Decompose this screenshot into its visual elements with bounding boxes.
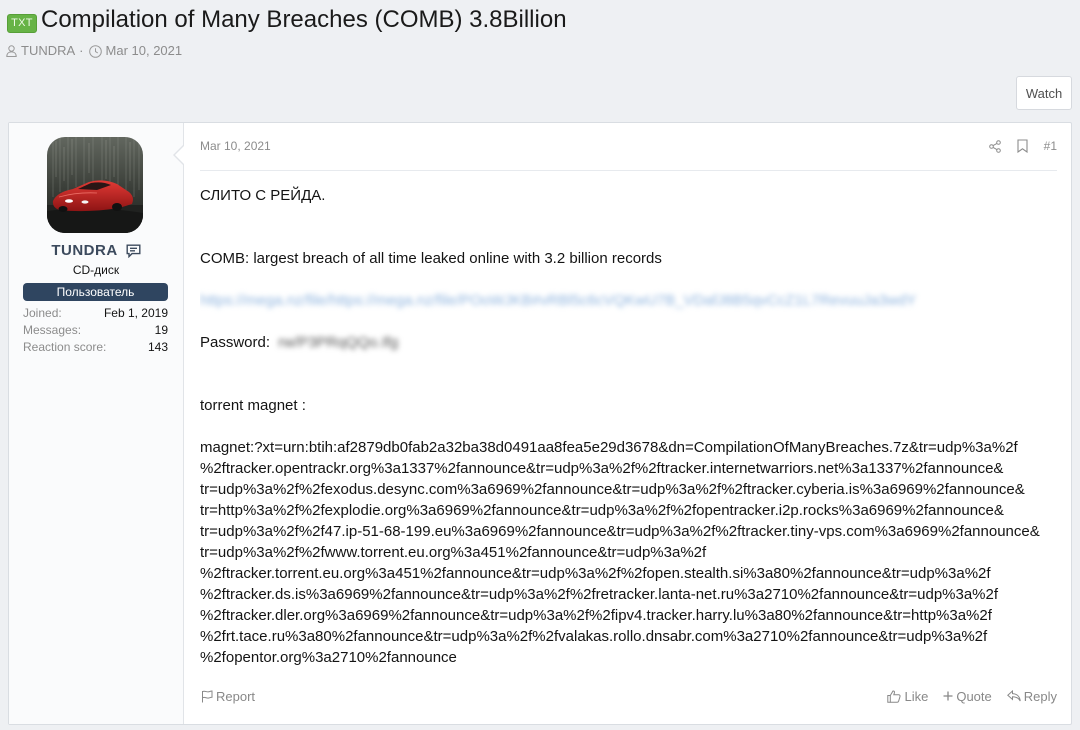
blurred-password: rw/P3PRqQQo.Ifg bbox=[278, 334, 399, 351]
magnet-link-block: magnet:?xt=urn:btih:af2879db0fab2a32ba38… bbox=[200, 437, 1057, 668]
magnet-label: torrent magnet : bbox=[200, 397, 306, 414]
report-label: Report bbox=[216, 688, 256, 704]
post-date-link[interactable]: Mar 10, 2021 bbox=[200, 139, 271, 153]
magnet-line: tr=http%3a%2f%2fexplodie.org%3a6969%2fan… bbox=[200, 502, 1004, 519]
magnet-line: %2ftracker.opentrackr.org%3a1337%2fannou… bbox=[200, 460, 1004, 477]
magnet-line: %2frt.tace.ru%3a80%2fannounce&tr=udp%3a%… bbox=[200, 628, 988, 645]
magnet-line: %2fopentor.org%3a2710%2fannounce bbox=[200, 649, 457, 666]
stat-value[interactable]: 19 bbox=[155, 322, 168, 339]
thread-title: Compilation of Many Breaches (COMB) 3.8B… bbox=[41, 6, 567, 33]
post-number-link[interactable]: #1 bbox=[1044, 139, 1057, 153]
forum-thread-page: TXT Compilation of Many Breaches (COMB) … bbox=[0, 0, 1080, 730]
thumbs-up-icon bbox=[887, 689, 902, 703]
quote-button[interactable]: Quote bbox=[943, 688, 992, 704]
stat-value: Feb 1, 2019 bbox=[103, 306, 168, 320]
magnet-line: tr=udp%3a%2f%2fexodus.desync.com%3a6969%… bbox=[200, 481, 1025, 498]
clock-icon bbox=[88, 44, 102, 58]
message-icon bbox=[126, 244, 141, 258]
stat-label: Joined: bbox=[23, 306, 62, 320]
thread-meta: TUNDRA · Mar 10, 2021 bbox=[6, 43, 182, 59]
like-label: Like bbox=[904, 688, 929, 704]
bookmark-icon[interactable] bbox=[1017, 139, 1028, 153]
user-banner: Пользователь bbox=[23, 283, 168, 301]
user-title: CD-диск bbox=[72, 263, 120, 277]
like-button[interactable]: Like bbox=[887, 689, 928, 704]
quote-label: Quote bbox=[956, 688, 992, 704]
reply-label: Reply bbox=[1023, 688, 1057, 704]
post: TUNDRA CD-диск Пользователь Joined: Feb … bbox=[8, 122, 1072, 725]
magnet-line: %2ftracker.ds.is%3a6969%2fannounce&tr=ud… bbox=[200, 586, 999, 603]
post-header: Mar 10, 2021 #1 bbox=[200, 138, 1057, 154]
watch-button[interactable]: Watch bbox=[1016, 76, 1072, 110]
plus-icon bbox=[943, 691, 953, 701]
report-button[interactable]: Report bbox=[201, 689, 255, 704]
avatar[interactable] bbox=[47, 137, 143, 233]
share-icon[interactable] bbox=[988, 139, 1001, 153]
user-stat-reaction-score: Reaction score: 143 bbox=[23, 339, 168, 356]
post-link-line: https://mega.nz/file/https://mega.nz/fil… bbox=[200, 290, 1057, 311]
magnet-line: tr=udp%3a%2f%2fwww.torrent.eu.org%3a451%… bbox=[200, 544, 707, 561]
user-arrow-fill bbox=[165, 145, 185, 165]
post-actions: Like Quote Reply bbox=[887, 689, 1057, 704]
username-row: TUNDRA bbox=[9, 242, 183, 260]
magnet-line: %2ftracker.torrent.eu.org%3a451%2fannoun… bbox=[200, 565, 991, 582]
user-stat-joined: Joined: Feb 1, 2019 bbox=[23, 305, 168, 322]
thread-prefix-badge[interactable]: TXT bbox=[7, 14, 37, 33]
user-stats: Joined: Feb 1, 2019 Messages: 19 Reactio… bbox=[23, 305, 168, 356]
flag-icon bbox=[201, 689, 213, 703]
post-tools: #1 bbox=[988, 139, 1057, 153]
password-label: Password: bbox=[200, 334, 271, 351]
stat-label: Reaction score: bbox=[23, 340, 107, 354]
thread-author-link[interactable]: TUNDRA bbox=[21, 43, 75, 59]
reply-icon bbox=[1006, 690, 1021, 702]
post-header-divider bbox=[200, 170, 1057, 171]
post-text-line: COMB: largest breach of all time leaked … bbox=[200, 250, 662, 267]
reply-button[interactable]: Reply bbox=[1006, 688, 1057, 704]
stat-value: 143 bbox=[147, 340, 168, 354]
stat-label: Messages: bbox=[23, 323, 82, 337]
magnet-line: %2ftracker.dler.org%3a6969%2fannounce&tr… bbox=[200, 607, 992, 624]
post-footer: Report Like Quote Reply bbox=[201, 687, 1057, 705]
username-link[interactable]: TUNDRA bbox=[51, 242, 117, 260]
blurred-download-link[interactable]: https://mega.nz/file/https://mega.nz/fil… bbox=[200, 290, 916, 311]
post-password-line: Password: rw/P3PRqQQo.Ifg bbox=[200, 332, 1057, 353]
post-text-line: СЛИТО С РЕЙДА. bbox=[200, 187, 326, 204]
thread-date-link[interactable]: Mar 10, 2021 bbox=[106, 43, 183, 59]
meta-separator: · bbox=[79, 43, 84, 58]
magnet-line: tr=udp%3a%2f%2f47.ip-51-68-199.eu%3a6969… bbox=[200, 523, 1040, 540]
post-body: СЛИТО С РЕЙДА. COMB: largest breach of a… bbox=[200, 185, 1057, 668]
post-user-panel: TUNDRA CD-диск Пользователь Joined: Feb … bbox=[9, 123, 184, 724]
magnet-line: magnet:?xt=urn:btih:af2879db0fab2a32ba38… bbox=[200, 439, 1018, 456]
user-icon bbox=[6, 45, 17, 57]
user-stat-messages: Messages: 19 bbox=[23, 322, 168, 339]
